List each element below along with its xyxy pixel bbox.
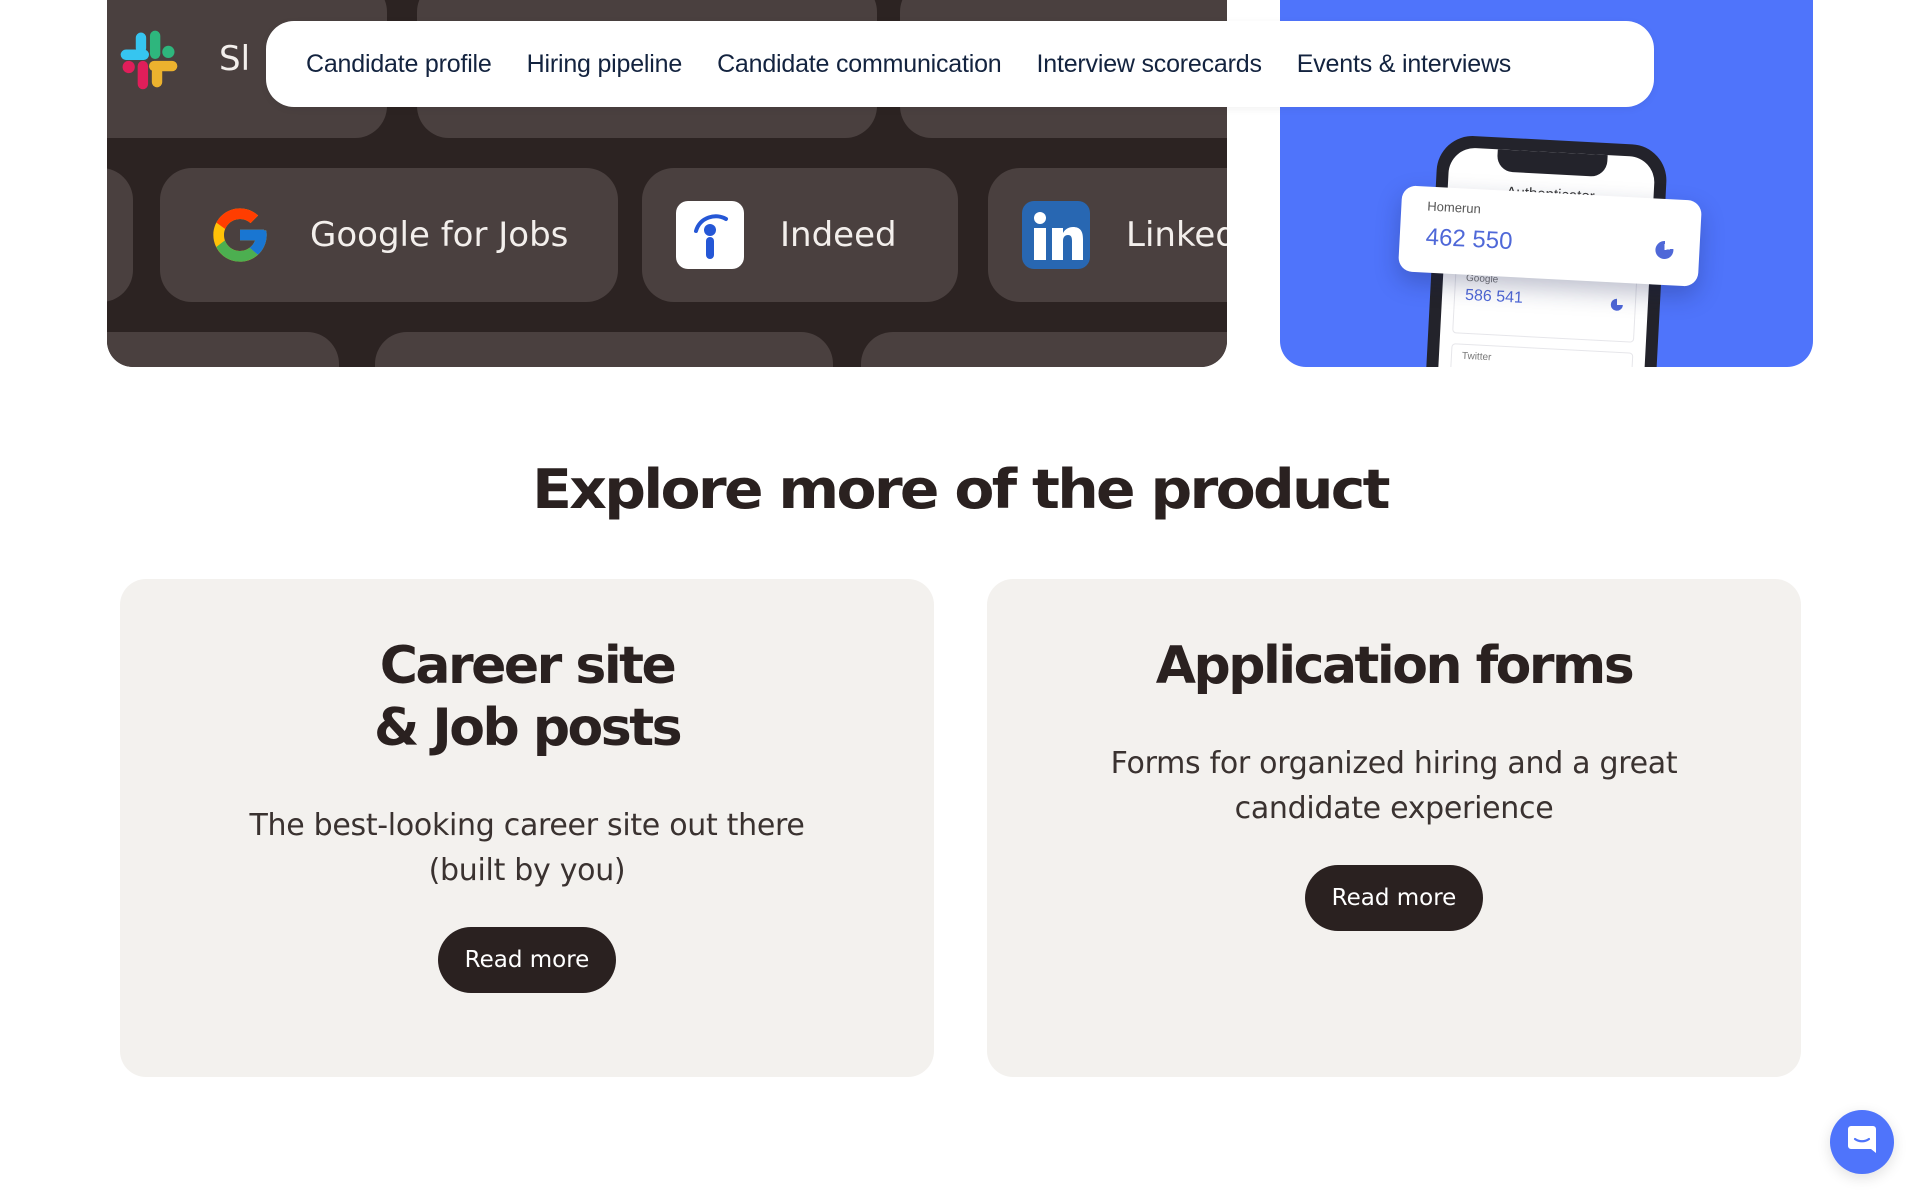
integration-label: Sl [219,39,251,79]
integration-pill-indeed: Indeed [642,168,958,302]
feature-nav-interview-scorecards[interactable]: Interview scorecards [1037,50,1262,79]
otp-code: 462 550 [1425,223,1514,256]
product-card-career-site: Career site & Job posts The best-looking… [120,579,934,1077]
card-title: Application forms [1155,636,1635,696]
otp-service: Twitter [1461,350,1492,364]
card-description: The best-looking career site out there (… [249,808,805,888]
linkedin-icon [1022,201,1090,269]
integration-pill [107,168,133,302]
integration-pill [107,332,339,367]
integration-pill [375,332,833,367]
integration-label: Google for Jobs [310,215,569,255]
feature-nav-events-interviews[interactable]: Events & interviews [1297,50,1512,79]
otp-entry-twitter: Twitter [1448,343,1634,367]
card-title: Career site & Job posts [373,636,683,758]
otp-card-homerun: Homerun 462 550 [1397,185,1703,287]
feature-nav: Candidate profile Hiring pipeline Candid… [266,21,1654,107]
feature-nav-hiring-pipeline[interactable]: Hiring pipeline [527,50,683,79]
feature-nav-candidate-communication[interactable]: Candidate communication [717,50,1002,79]
phone-notch [1496,149,1608,178]
read-more-button[interactable]: Read more [1304,865,1484,931]
integration-pill-google: Google for Jobs [160,168,618,302]
card-description: Forms for organized hiring and a great c… [1110,746,1678,826]
integration-label: Linked [1126,215,1227,255]
integration-pill [861,332,1227,367]
chat-icon [1847,1124,1877,1161]
indeed-icon [676,201,744,269]
chat-launcher-button[interactable] [1830,1110,1894,1174]
integration-label: Indeed [780,215,897,255]
slack-icon [115,25,183,93]
google-icon [206,201,274,269]
integration-pill-linkedin: Linked [988,168,1227,302]
product-card-application-forms: Application forms Forms for organized hi… [987,579,1801,1077]
read-more-button[interactable]: Read more [437,927,617,993]
feature-nav-candidate-profile[interactable]: Candidate profile [306,50,492,79]
otp-service: Homerun [1427,198,1482,217]
section-title: Explore more of the product [532,458,1390,521]
